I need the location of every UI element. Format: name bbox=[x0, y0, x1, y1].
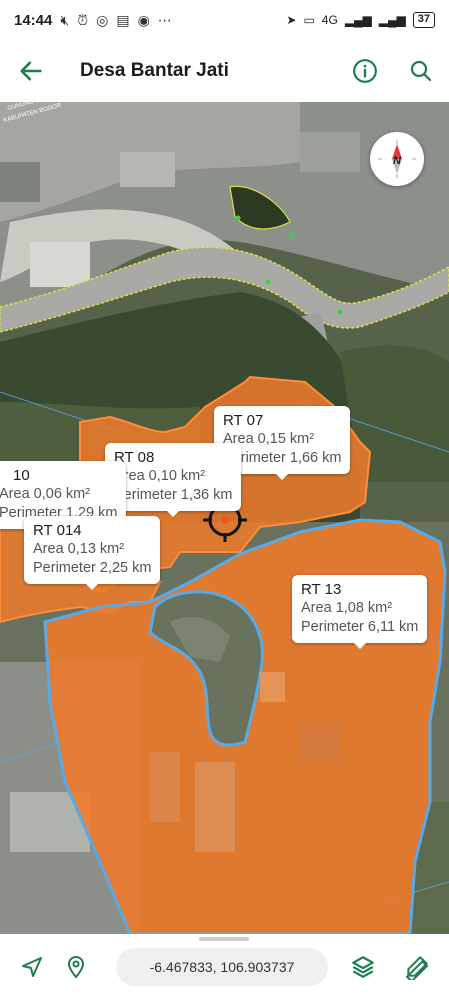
search-icon bbox=[410, 60, 432, 82]
notification-icons: 🔇︎ ⏰︎ ◎ ▤ ◉ ⋯ bbox=[60, 12, 171, 29]
label-perimeter: Perimeter 6,11 km bbox=[301, 619, 419, 635]
label-area: Area 0,10 km² bbox=[114, 468, 206, 484]
network-label: 4G bbox=[321, 13, 338, 27]
layers-icon bbox=[352, 955, 374, 978]
location-status-icon: ➤ bbox=[286, 13, 297, 27]
status-right: ➤ ▭ 4G ▂▄▆ ▂▄▆ 37 bbox=[286, 12, 435, 28]
my-location-button[interactable] bbox=[54, 945, 98, 989]
signal-icon: ▂▄▆ bbox=[344, 13, 372, 27]
bottom-bar: -6.467833, 106.903737 bbox=[0, 934, 449, 999]
more-icon: ⋯ bbox=[157, 11, 172, 28]
app-icon: ◉ bbox=[137, 11, 150, 28]
volte-icon: ▭ bbox=[303, 13, 315, 27]
signal-icon-2: ▂▄▆ bbox=[378, 13, 406, 27]
label-name: RT 13 bbox=[301, 581, 342, 598]
status-bar: 14:44 🔇︎ ⏰︎ ◎ ▤ ◉ ⋯ ➤ ▭ 4G ▂▄▆ ▂▄▆ 37 bbox=[0, 0, 449, 40]
label-area: Area 1,08 km² bbox=[301, 600, 393, 616]
coordinates-display[interactable]: -6.467833, 106.903737 bbox=[116, 947, 328, 986]
map-view[interactable]: GUNUNG PUTRI KABUPATEN BOGOR RT 07 Area … bbox=[0, 102, 449, 934]
label-area: Area 0,15 km² bbox=[223, 431, 315, 447]
label-area: Area 0,06 km² bbox=[0, 486, 91, 502]
label-name: 10 bbox=[13, 467, 30, 484]
label-name: RT 08 bbox=[114, 449, 155, 466]
app-bar: Desa Bantar Jati bbox=[0, 40, 449, 102]
alarm-icon: ⏰︎ bbox=[77, 11, 89, 28]
svg-text:N: N bbox=[393, 155, 402, 167]
back-button[interactable] bbox=[0, 40, 62, 102]
label-perimeter: Perimeter 2,25 km bbox=[33, 560, 152, 576]
label-name: RT 014 bbox=[33, 522, 82, 539]
label-area: Area 0,13 km² bbox=[33, 541, 125, 557]
measure-button[interactable] bbox=[395, 945, 439, 989]
mute-icon: 🔇︎ bbox=[60, 11, 70, 28]
label-card-rt014[interactable]: RT 014 Area 0,13 km² Perimeter 2,25 km bbox=[24, 516, 161, 590]
info-button[interactable] bbox=[337, 40, 393, 102]
layers-button[interactable] bbox=[341, 945, 385, 989]
ruler-pencil-icon bbox=[405, 955, 429, 980]
label-perimeter: Perimeter 1,36 km bbox=[114, 487, 233, 503]
chat-icon: ◎ bbox=[96, 11, 109, 28]
sheet-drag-handle[interactable] bbox=[199, 937, 249, 941]
page-title: Desa Bantar Jati bbox=[80, 60, 229, 81]
navigation-arrow-icon bbox=[22, 956, 42, 977]
arrow-left-icon bbox=[20, 61, 42, 81]
label-card-rt13[interactable]: RT 13 Area 1,08 km² Perimeter 6,11 km bbox=[292, 575, 428, 649]
battery-icon: 37 bbox=[412, 12, 435, 28]
info-icon bbox=[353, 59, 377, 83]
label-name: RT 07 bbox=[223, 412, 264, 429]
compass-icon: N bbox=[378, 140, 416, 178]
compass-button[interactable]: N bbox=[370, 132, 424, 186]
status-time: 14:44 bbox=[14, 11, 53, 29]
search-button[interactable] bbox=[393, 40, 449, 102]
message-icon: ▤ bbox=[116, 11, 130, 28]
navigate-button[interactable] bbox=[10, 945, 54, 989]
location-pin-icon bbox=[67, 955, 85, 979]
